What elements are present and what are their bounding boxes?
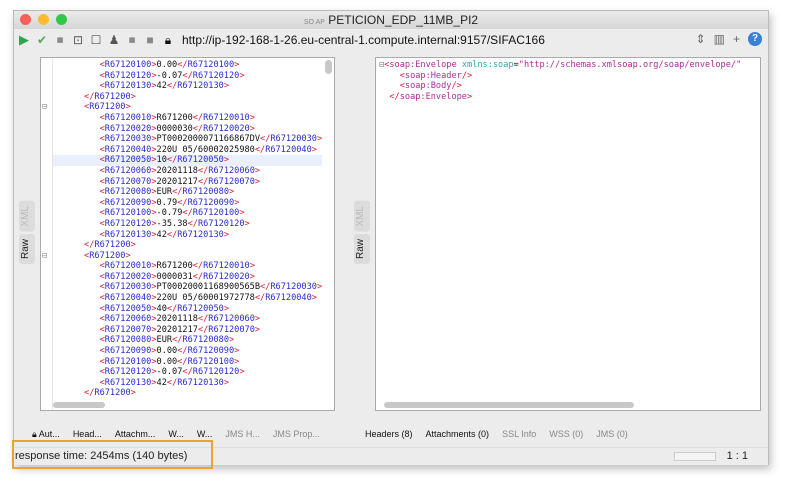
progress-bar (674, 452, 716, 461)
xml-line: <R67120100>0.00</R67120100> (99, 60, 240, 70)
window-title: PETICION_EDP_11MB_PI2 (328, 13, 479, 27)
xml-line: <R67120040>220U 05/60002025980</R6712004… (99, 144, 317, 155)
xml-line: <R67120050>10</R67120050> (53, 155, 322, 166)
request-tab-1[interactable]: Head... (73, 429, 102, 440)
response-bottom-tabs: Headers (8) Attachments (0) SSL Info WSS (0… (365, 429, 628, 439)
xml-line: <soap:Header/> (399, 70, 473, 81)
xml-line: <R67120040>220U 05/60001972778</R6712004… (99, 293, 317, 304)
soapui-request-window: SO AP PETICION_EDP_11MB_PI2 ▶ ✔ ▦ ⊡ ☐ ♟ … (13, 10, 769, 465)
xml-line: <R67120120>-0.07</R67120120> (99, 367, 245, 378)
title-bar: SO AP PETICION_EDP_11MB_PI2 (14, 11, 768, 29)
xml-line: <R67120060>20201118</R67120060> (99, 314, 261, 325)
request-bottom-tabs: 🔒︎ Aut... Head... Attachm... W... W... JMS H.… (32, 429, 320, 440)
xml-line: <R67120120>-35.38</R67120120> (99, 218, 250, 229)
toolbar: ▶ ✔ ▦ ⊡ ☐ ♟ ▦ ■ 🔒︎ http://ip-192-168-1-2… (14, 29, 768, 51)
xml-line: ⊟<soap:Envelope xmlns:soap="http://schem… (379, 60, 742, 70)
checkbox-icon[interactable]: ☐ (90, 33, 102, 47)
response-editor[interactable]: ⊟<soap:Envelope xmlns:soap="http://schem… (375, 57, 761, 411)
minimize-button[interactable] (38, 14, 49, 25)
tab-request-raw[interactable]: Raw (19, 233, 35, 264)
xml-line: </R671200> (84, 240, 136, 251)
response-tab-3[interactable]: WSS (0) (549, 429, 583, 439)
xml-line: <R67120100>0.00</R67120100> (99, 356, 240, 367)
vertical-scrollbar[interactable] (325, 60, 332, 74)
xml-line: <R67120030>PT00020001168900565B</R671200… (99, 282, 323, 293)
xml-line: <R67120100>-0.79</R67120100> (99, 208, 245, 219)
xml-line: <R671200> ⊟ (42, 102, 131, 113)
request-side-tabs: XML Raw (19, 201, 35, 264)
horizontal-scrollbar[interactable] (53, 402, 105, 408)
soap-icon[interactable]: ▦ (126, 36, 138, 44)
run-icon[interactable]: ▶ (18, 32, 30, 48)
soap-icon[interactable]: ▦ (54, 36, 66, 44)
response-tab-2[interactable]: SSL Info (502, 429, 536, 439)
add-icon[interactable]: + (733, 32, 740, 46)
highlight-box (12, 440, 213, 469)
maximize-button[interactable] (56, 14, 67, 25)
validate-icon[interactable]: ✔ (36, 33, 48, 47)
help-icon[interactable]: ? (748, 32, 762, 46)
endpoint-dropdown-icon[interactable]: ⇕ (696, 32, 706, 46)
stop-icon[interactable]: ■ (144, 33, 156, 47)
xml-line: <R67120080>EUR</R67120080> (99, 187, 235, 198)
endpoint-url[interactable]: http://ip-192-168-1-26.eu-central-1.comp… (182, 33, 545, 47)
xml-line: </soap:Envelope> (389, 91, 473, 102)
request-tab-0[interactable]: 🔒︎ Aut... (32, 429, 60, 440)
panel-icon[interactable]: ▥ (714, 32, 725, 46)
xml-line: <soap:Body/> (399, 81, 462, 92)
format-icon[interactable]: ⊡ (72, 33, 84, 47)
request-tab-3[interactable]: W... (168, 429, 184, 440)
response-side-tabs: XML Raw (354, 201, 370, 264)
tab-request-xml[interactable]: XML (19, 201, 35, 232)
close-button[interactable] (20, 14, 31, 25)
xml-line: <R67120020>0000031</R67120020> (99, 271, 255, 282)
xml-line: </R671200> (84, 388, 136, 399)
fold-icon[interactable]: ⊟ (42, 251, 47, 262)
xml-line: <R67120070>20201217</R67120070> (99, 176, 261, 187)
response-tab-0[interactable]: Headers (8) (365, 429, 413, 439)
caret-position: 1 : 1 (726, 450, 748, 462)
xml-line: <R67120130>42</R67120130> (99, 377, 230, 388)
request-tab-6[interactable]: JMS Prop... (273, 429, 320, 440)
xml-line: <R67120090>0.00</R67120090> (99, 346, 240, 357)
lock-icon: 🔒︎ (164, 32, 172, 47)
horizontal-scrollbar[interactable] (384, 402, 634, 408)
response-tab-4[interactable]: JMS (0) (596, 429, 628, 439)
xml-line: <R67120050>40</R67120050> (99, 303, 230, 314)
request-tab-5[interactable]: JMS H... (225, 429, 260, 440)
xml-line: <R67120060>20201118</R67120060> (99, 165, 261, 176)
xml-line: <R67120010>R671200</R67120010> (99, 112, 255, 123)
xml-line: <R67120030>PT0002000071166867DV</R671200… (99, 134, 323, 145)
response-tab-1[interactable]: Attachments (0) (426, 429, 490, 439)
fold-icon[interactable]: ⊟ (42, 102, 47, 113)
xml-line: </R671200> (84, 91, 136, 102)
request-editor[interactable]: <R67120100>0.00</R67120100> <R67120120>-… (40, 57, 335, 411)
request-tab-4[interactable]: W... (197, 429, 213, 440)
xml-line: <R67120130>42</R67120130> (99, 81, 230, 92)
xml-line: <R67120120>-0.07</R67120120> (99, 70, 245, 81)
xml-line: <R67120020>0000030</R67120020> (99, 123, 255, 134)
tab-response-xml[interactable]: XML (354, 201, 370, 232)
stamp-icon[interactable]: ♟ (108, 33, 120, 47)
request-tab-2[interactable]: Attachm... (115, 429, 156, 440)
tab-response-raw[interactable]: Raw (354, 233, 370, 264)
soap-icon: SO AP (303, 19, 325, 26)
xml-line: <R671200> ⊟ (42, 250, 131, 261)
xml-line: <R67120130>42</R67120130> (99, 229, 230, 240)
xml-line: <R67120070>20201217</R67120070> (99, 324, 261, 335)
xml-line: <R67120080>EUR</R67120080> (99, 335, 235, 346)
xml-line: <R67120010>R671200</R67120010> (99, 261, 255, 272)
xml-line: <R67120090>0.79</R67120090> (99, 197, 240, 208)
